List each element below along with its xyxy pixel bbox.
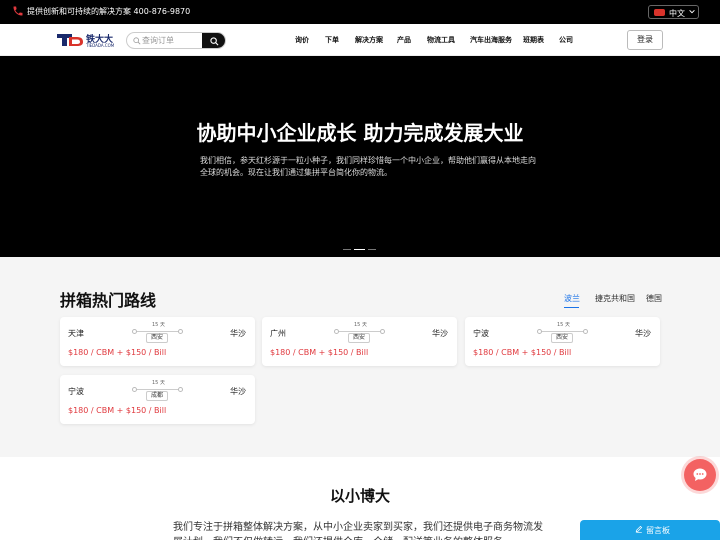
contact-slogan: 提供创新和可持续的解决方案 400-876-9870 (27, 7, 191, 16)
route-origin: 天津 (68, 329, 84, 338)
route-origin: 广州 (270, 329, 286, 338)
route-line (134, 389, 180, 390)
logo-subtitle: TIEDADA.COM (86, 43, 115, 48)
route-destination: 华沙 (230, 329, 246, 338)
route-origin: 宁波 (68, 387, 84, 396)
order-search (126, 32, 226, 49)
route-start-dot (132, 329, 137, 334)
route-destination: 华沙 (432, 329, 448, 338)
route-start-dot (334, 329, 339, 334)
route-origin: 宁波 (473, 329, 489, 338)
nav-item-products[interactable]: 产品 (397, 35, 411, 45)
search-input[interactable] (142, 34, 202, 47)
chat-bubble-icon (693, 468, 707, 481)
nav-item-company[interactable]: 公司 (559, 35, 573, 45)
route-line (134, 331, 180, 332)
route-card[interactable]: 天津 15 天 西安 华沙 $180 / CBM + $150 / Bill (60, 317, 255, 366)
search-submit-icon (210, 37, 219, 46)
route-start-dot (132, 387, 137, 392)
route-card[interactable]: 宁波 15 天 成都 华沙 $180 / CBM + $150 / Bill (60, 375, 255, 424)
china-flag-icon (654, 9, 665, 16)
nav-item-logistics-tools[interactable]: 物流工具 (427, 35, 455, 45)
login-button[interactable]: 登录 (627, 30, 663, 50)
chevron-down-icon (689, 9, 695, 14)
route-price: $180 / CBM + $150 / Bill (68, 348, 167, 357)
carousel-dot-2[interactable] (354, 249, 365, 250)
hero-description: 我们相信，参天红杉源于一粒小种子，我们同样珍惜每一个中小企业，帮助他们赢得从本地… (200, 156, 536, 177)
carousel-dot-3[interactable] (368, 249, 376, 250)
nav-item-order[interactable]: 下单 (325, 35, 339, 45)
site-logo[interactable]: 铁大大 TIEDADA.COM (57, 32, 117, 49)
nav-item-schedule[interactable]: 班期表 (523, 35, 544, 45)
route-days: 15 天 (354, 322, 367, 328)
route-days: 15 天 (557, 322, 570, 328)
phone-icon (13, 6, 23, 16)
active-tab-underline (564, 307, 579, 308)
about-title: 以小博大 (329, 487, 390, 505)
nav-item-auto-export[interactable]: 汽车出海服务 (470, 35, 512, 45)
main-navigation: 铁大大 TIEDADA.COM 询价 下单 解决方案 产品 物流工具 汽车出海服… (0, 24, 720, 56)
search-icon (133, 37, 141, 45)
language-selector[interactable]: 中文 (648, 5, 699, 19)
route-transit: 西安 (146, 333, 168, 343)
hero-title: 协助中小企业成长 助力完成发展大业 (196, 121, 524, 145)
route-price: $180 / CBM + $150 / Bill (68, 406, 167, 415)
route-end-dot (380, 329, 385, 334)
route-destination: 华沙 (230, 387, 246, 396)
carousel-dot-1[interactable] (343, 249, 351, 250)
route-card[interactable]: 宁波 15 天 西安 华沙 $180 / CBM + $150 / Bill (465, 317, 660, 366)
route-transit: 西安 (551, 333, 573, 343)
nav-item-inquiry[interactable]: 询价 (295, 35, 309, 45)
nav-item-solutions[interactable]: 解决方案 (355, 35, 383, 45)
message-board-button[interactable]: 留言板 (580, 520, 720, 540)
message-board-label: 留言板 (646, 526, 670, 535)
route-line (336, 331, 382, 332)
route-days: 15 天 (152, 322, 165, 328)
route-start-dot (537, 329, 542, 334)
language-label: 中文 (669, 9, 685, 18)
edit-icon (635, 525, 643, 533)
route-end-dot (178, 387, 183, 392)
chat-button[interactable] (684, 459, 716, 491)
route-card[interactable]: 广州 15 天 西安 华沙 $180 / CBM + $150 / Bill (262, 317, 457, 366)
route-end-dot (583, 329, 588, 334)
route-transit: 西安 (348, 333, 370, 343)
tab-poland[interactable]: 波兰 (564, 293, 580, 304)
route-transit: 成都 (146, 391, 168, 401)
search-button[interactable] (202, 33, 225, 48)
route-price: $180 / CBM + $150 / Bill (270, 348, 369, 357)
section-title: 拼箱热门路线 (60, 291, 157, 310)
hero-banner: 协助中小企业成长 助力完成发展大业 我们相信，参天红杉源于一粒小种子，我们同样珍… (0, 56, 720, 257)
route-destination: 华沙 (635, 329, 651, 338)
route-days: 15 天 (152, 380, 165, 386)
route-price: $180 / CBM + $150 / Bill (473, 348, 572, 357)
top-bar: 提供创新和可持续的解决方案 400-876-9870 中文 (0, 0, 720, 24)
route-end-dot (178, 329, 183, 334)
tab-czech[interactable]: 捷克共和国 (595, 293, 635, 304)
logo-mark-icon (57, 34, 83, 46)
tab-germany[interactable]: 德国 (646, 293, 662, 304)
about-text: 我们专注于拼箱整体解决方案，从中小企业卖家到买家，我们还提供电子商务物流发展计划… (173, 522, 543, 540)
route-line (539, 331, 585, 332)
popular-routes-section: 拼箱热门路线 波兰 捷克共和国 德国 天津 15 天 西安 华沙 $180 / … (0, 257, 720, 457)
